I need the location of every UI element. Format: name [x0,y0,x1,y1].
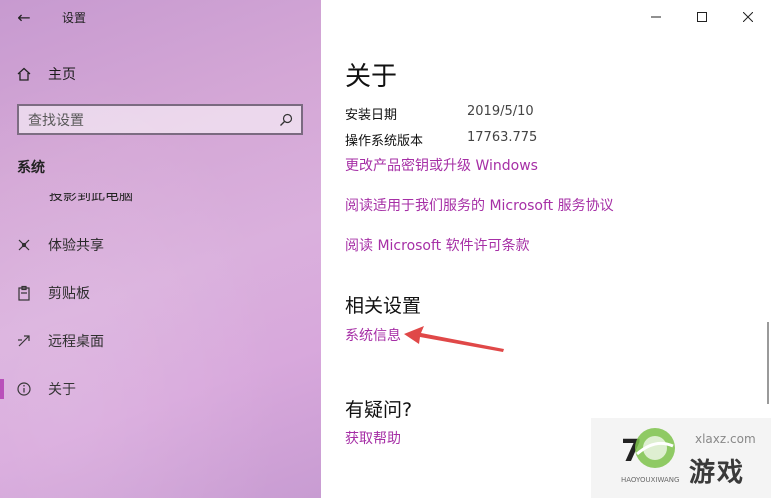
search-icon[interactable] [279,113,293,127]
app-title: 设置 [62,10,87,25]
question-title: 有疑问? [345,399,413,421]
remote-desktop-icon [0,333,48,349]
close-icon [743,12,753,22]
watermark-text: 游戏 [689,458,746,488]
share-icon [0,237,48,253]
sidebar-item-about[interactable]: 关于 [0,371,321,407]
watermark: 7 xlaxz.com 游戏 HAOYOUXIWANG [591,418,771,498]
scrollbar[interactable] [767,322,769,404]
sidebar-item-remote-desktop[interactable]: 远程桌面 [0,323,321,359]
minimize-icon [651,16,661,18]
sidebar-item-label: 体验共享 [48,238,104,254]
back-arrow-icon: ← [17,7,31,27]
service-agreement-link[interactable]: 阅读适用于我们服务的 Microsoft 服务协议 [345,195,614,215]
sidebar-item-label: 关于 [48,382,76,398]
search-input[interactable]: 查找设置 [17,104,303,135]
sidebar-item-clipboard[interactable]: 剪贴板 [0,275,321,311]
titlebar-left: ← 设置 [0,0,321,34]
sidebar-item-label: 剪贴板 [48,286,90,302]
spec-key: 操作系统版本 [345,134,424,149]
sidebar-item-projection-partial[interactable]: 投影到此电脑 [17,193,217,205]
spec-value: 2019/5/10 [467,104,534,119]
watermark-pinyin: HAOYOUXIWANG [621,476,680,484]
nav-home[interactable]: 主页 [0,58,321,90]
sidebar-item-label: 投影到此电脑 [49,193,133,204]
change-product-key-link[interactable]: 更改产品密钥或升级 Windows [345,155,538,175]
get-help-link[interactable]: 获取帮助 [345,428,401,448]
spec-row-install-date: 安装日期 2019/5/10 [345,104,534,123]
spec-key: 安装日期 [345,108,398,123]
sidebar-item-shared-experiences[interactable]: 体验共享 [0,227,321,263]
related-settings-title: 相关设置 [345,295,422,317]
spec-value: 17763.775 [467,130,538,145]
maximize-icon [697,12,707,22]
info-icon [0,381,48,397]
license-terms-link[interactable]: 阅读 Microsoft 软件许可条款 [345,235,530,255]
watermark-url: xlaxz.com [695,432,756,446]
back-button[interactable]: ← [0,0,48,34]
search-placeholder: 查找设置 [28,112,84,129]
sidebar: ← 设置 主页 查找设置 系统 投影到此电脑 体验共享 剪贴板 远程桌面 关于 [0,0,321,498]
page-title: 关于 [345,62,398,92]
caption-buttons [633,0,771,34]
section-title: 系统 [17,160,45,176]
spec-row-os-build: 操作系统版本 17763.775 [345,130,537,149]
sidebar-item-label: 远程桌面 [48,334,104,350]
watermark-logo-icon [635,428,675,468]
settings-window: ← 设置 主页 查找设置 系统 投影到此电脑 体验共享 剪贴板 远程桌面 关于 … [0,0,771,498]
home-icon [0,66,48,82]
system-info-link[interactable]: 系统信息 [345,325,401,345]
close-button[interactable] [725,0,771,34]
maximize-button[interactable] [679,0,725,34]
home-label: 主页 [48,67,76,83]
clipboard-icon [0,285,48,301]
minimize-button[interactable] [633,0,679,34]
